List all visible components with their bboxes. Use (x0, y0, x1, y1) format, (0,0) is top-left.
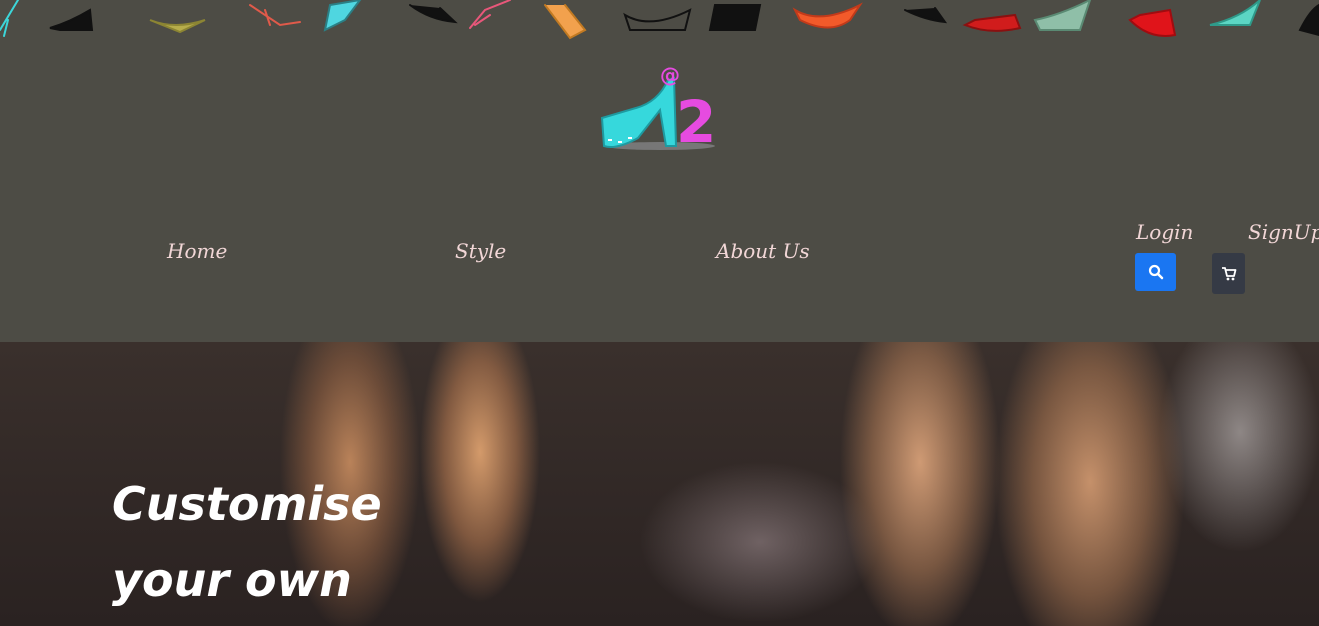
nav-home[interactable]: Home (167, 239, 227, 263)
shoe-border-banner (0, 0, 1319, 45)
signup-link[interactable]: SignUp (1248, 220, 1319, 244)
nav-about-us[interactable]: About Us (716, 239, 810, 263)
svg-text:@: @ (660, 63, 680, 87)
site-logo[interactable]: @ 2 (598, 60, 720, 156)
hero-heading-line-2: your own (112, 553, 352, 607)
search-icon (1148, 264, 1163, 280)
hero-heading-line-1: Customise (112, 477, 382, 531)
high-heel-logo-icon: @ 2 (600, 63, 716, 156)
search-button[interactable] (1135, 253, 1176, 291)
hero-heading: Customise your own (112, 466, 512, 618)
hero-banner: Customise your own (0, 342, 1319, 626)
high-heel-shoe-icon (0, 0, 1319, 40)
svg-text:2: 2 (676, 88, 716, 156)
nav-style[interactable]: Style (455, 239, 506, 263)
cart-icon (1221, 266, 1236, 280)
login-link[interactable]: Login (1136, 220, 1193, 244)
cart-button[interactable] (1212, 253, 1245, 294)
